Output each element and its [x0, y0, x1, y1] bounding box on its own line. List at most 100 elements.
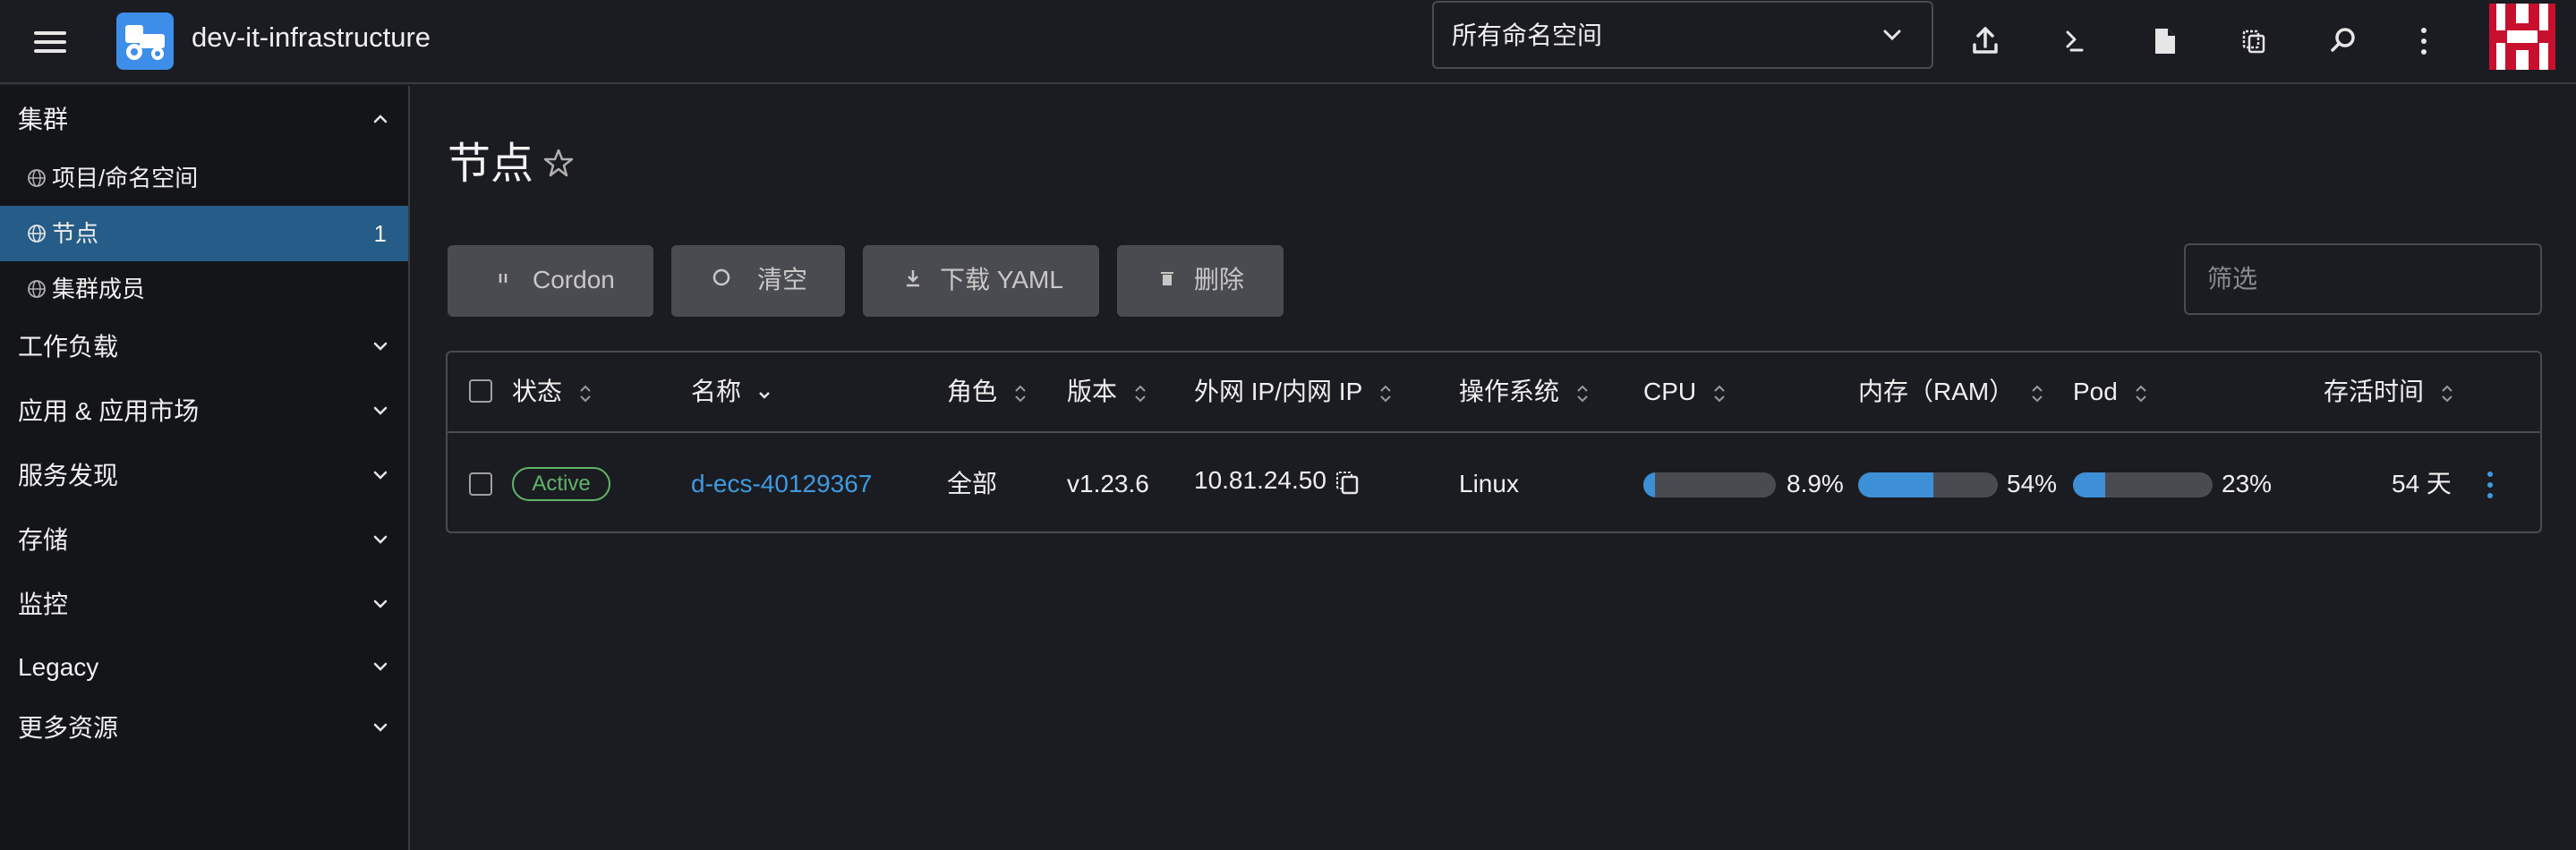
- cluster-name: dev-it-infrastructure: [192, 21, 431, 53]
- sort-icon: [2442, 385, 2452, 403]
- column-header-cpu[interactable]: CPU: [1643, 374, 1727, 410]
- sort-icon: [2032, 385, 2043, 403]
- chevron-down-icon: [1883, 30, 1901, 41]
- drain-button[interactable]: 清空: [671, 245, 845, 317]
- file-icon[interactable]: [2139, 16, 2189, 66]
- chevron-up-icon: [373, 115, 388, 123]
- circle-icon: [712, 268, 730, 286]
- chevron-down-icon: [373, 406, 388, 415]
- sort-icon: [1577, 385, 1588, 403]
- cordon-button-label: Cordon: [533, 266, 615, 293]
- column-header-label: 存活时间: [2324, 378, 2425, 405]
- column-header-label: 内存（RAM）: [1858, 378, 2015, 405]
- pause-icon: [499, 274, 508, 283]
- status-badge: Active: [512, 467, 610, 501]
- upload-icon[interactable]: [1960, 16, 2010, 66]
- star-icon[interactable]: [542, 147, 575, 179]
- ram-usage-fill: [1858, 472, 1934, 497]
- sidebar-item-label: 项目/命名空间: [52, 165, 199, 191]
- node-os: Linux: [1459, 470, 1519, 497]
- sidebar-item-cluster-members[interactable]: 集群成员: [0, 261, 408, 317]
- namespace-select[interactable]: 所有命名空间: [1432, 1, 1933, 69]
- more-vertical-icon[interactable]: [2399, 16, 2449, 66]
- ram-usage-value: 54%: [2007, 470, 2058, 497]
- sidebar-group-cluster[interactable]: 集群: [0, 93, 408, 147]
- sidebar-group-label: 更多资源: [18, 714, 119, 742]
- sort-icon: [1135, 385, 1146, 403]
- chevron-down-icon: [373, 471, 388, 480]
- sort-icon: [1379, 385, 1391, 403]
- terminal-icon[interactable]: [2050, 16, 2100, 66]
- delete-button[interactable]: 删除: [1117, 245, 1284, 317]
- node-role: 全部: [947, 470, 998, 497]
- sidebar-group-label: 监控: [18, 591, 69, 618]
- sort-icon: [2135, 385, 2146, 403]
- filter-input[interactable]: [2184, 243, 2542, 315]
- delete-button-label: 删除: [1194, 266, 1245, 293]
- sidebar-group-monitoring[interactable]: 监控: [0, 578, 408, 632]
- column-header-label: Pod: [2073, 378, 2118, 405]
- column-header-version[interactable]: 版本: [1067, 374, 1147, 410]
- chevron-down-icon: [373, 342, 388, 351]
- copy-config-icon[interactable]: [2229, 16, 2279, 66]
- page-title: 节点: [448, 140, 534, 188]
- sort-icon: [1015, 385, 1026, 403]
- sort-down-icon: [758, 391, 770, 399]
- column-header-label: 名称: [691, 378, 742, 405]
- more-vertical-icon[interactable]: [2479, 469, 2501, 501]
- column-header-label: CPU: [1643, 378, 1697, 405]
- download-icon: [907, 270, 919, 287]
- sidebar-item-label: 节点: [52, 220, 99, 247]
- cpu-usage-fill: [1643, 472, 1656, 497]
- sidebar-group-apps[interactable]: 应用 & 应用市场: [0, 385, 408, 438]
- table-header: 状态 名称 角色 版本 外网 IP/内网 IP 操作系统 CPU 内存（RAM）…: [448, 353, 2540, 433]
- select-all-checkbox[interactable]: [469, 379, 492, 403]
- node-ip: 10.81.24.50: [1194, 466, 1326, 494]
- copy-icon[interactable]: [1334, 469, 1361, 496]
- sidebar-group-label: 工作负载: [18, 333, 119, 361]
- column-header-ram[interactable]: 内存（RAM）: [1858, 374, 2044, 410]
- column-header-label: 状态: [512, 378, 563, 405]
- cordon-button[interactable]: Cordon: [448, 245, 653, 317]
- sidebar-item-label: 集群成员: [52, 276, 146, 302]
- sidebar-group-label: 服务发现: [18, 462, 119, 489]
- node-version: v1.23.6: [1067, 470, 1149, 497]
- column-header-name[interactable]: 名称: [691, 374, 772, 410]
- table-row: Active d-ecs-40129367 全部 v1.23.6 10.81.2…: [448, 435, 2540, 531]
- cpu-usage-bar: [1643, 472, 1776, 497]
- cluster-logo[interactable]: [116, 13, 174, 70]
- sidebar-group-more-resources[interactable]: 更多资源: [0, 701, 408, 755]
- avatar[interactable]: [2489, 4, 2555, 70]
- top-header: dev-it-infrastructure 所有命名空间: [0, 0, 2576, 84]
- sidebar-group-service-discovery[interactable]: 服务发现: [0, 449, 408, 503]
- column-header-ip[interactable]: 外网 IP/内网 IP: [1194, 374, 1393, 410]
- cpu-usage-value: 8.9%: [1787, 470, 1844, 497]
- search-icon[interactable]: [2318, 16, 2368, 66]
- pod-usage-bar: [2073, 472, 2213, 497]
- ram-usage-bar: [1858, 472, 1998, 497]
- sidebar: 集群 项目/命名空间 节点 1 集群成员 工作负载 应用 & 应用市场 服务发现…: [0, 86, 410, 850]
- nodes-table: 状态 名称 角色 版本 外网 IP/内网 IP 操作系统 CPU 内存（RAM）…: [446, 351, 2542, 533]
- column-header-label: 外网 IP/内网 IP: [1194, 378, 1362, 405]
- drain-button-label: 清空: [757, 266, 808, 293]
- column-header-role[interactable]: 角色: [947, 374, 1028, 410]
- row-checkbox[interactable]: [469, 472, 492, 496]
- column-header-age[interactable]: 存活时间: [2324, 374, 2454, 410]
- menu-icon[interactable]: [27, 22, 72, 62]
- column-header-label: 操作系统: [1459, 378, 1560, 405]
- pod-usage-value: 23%: [2222, 470, 2273, 497]
- sidebar-group-label: Legacy: [18, 653, 99, 681]
- sidebar-item-nodes[interactable]: 节点 1: [0, 206, 408, 261]
- sidebar-group-storage[interactable]: 存储: [0, 514, 408, 567]
- sidebar-group-workloads[interactable]: 工作负载: [0, 320, 408, 374]
- column-header-pod[interactable]: Pod: [2073, 374, 2148, 410]
- node-name-link[interactable]: d-ecs-40129367: [691, 468, 872, 500]
- column-header-state[interactable]: 状态: [512, 374, 593, 410]
- column-header-os[interactable]: 操作系统: [1459, 374, 1590, 410]
- sidebar-group-label: 存储: [18, 526, 69, 554]
- download-yaml-button[interactable]: 下载 YAML: [863, 245, 1099, 317]
- sidebar-item-projects-namespaces[interactable]: 项目/命名空间: [0, 150, 408, 206]
- pod-usage-fill: [2073, 472, 2105, 497]
- sidebar-group-legacy[interactable]: Legacy: [0, 641, 408, 694]
- chevron-down-icon: [373, 723, 388, 732]
